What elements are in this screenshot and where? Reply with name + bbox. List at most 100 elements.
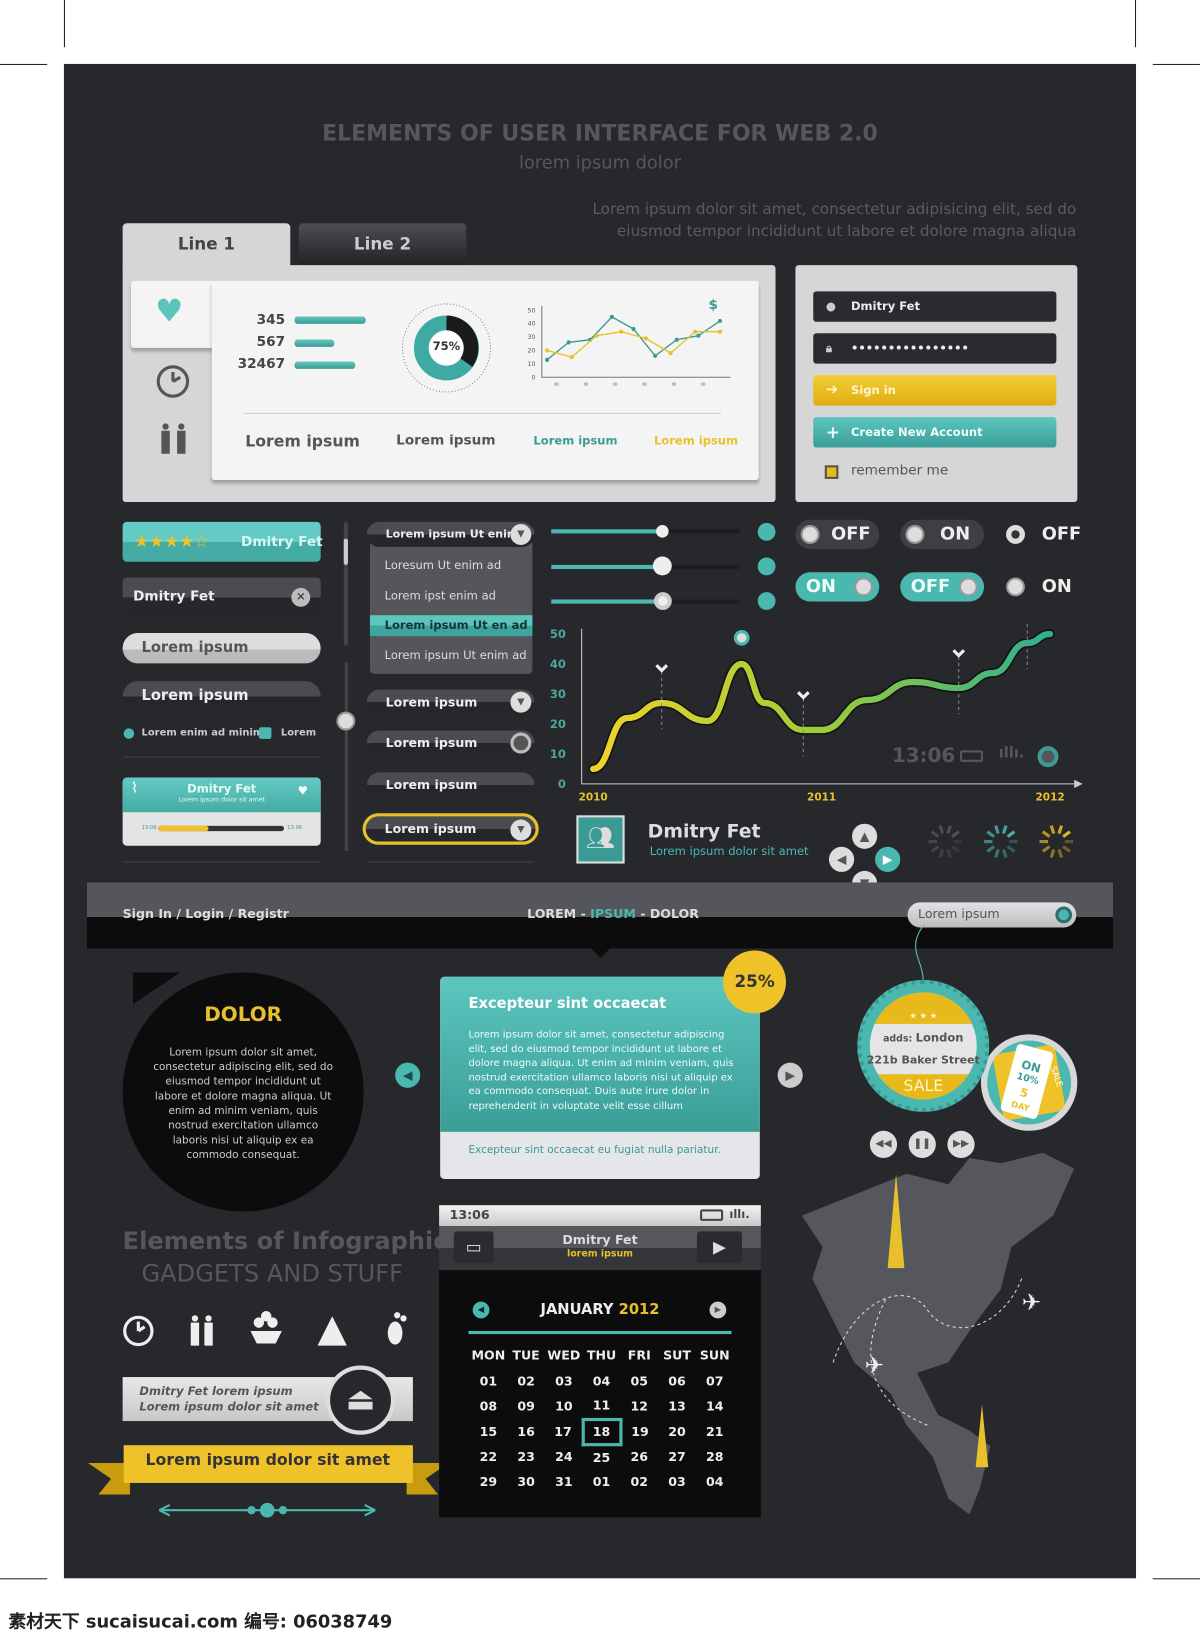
dropdown-item[interactable]: Lorem ipst enim ad [370,581,532,611]
star-icon[interactable]: ★ [149,531,164,551]
nav-item[interactable]: LOREM - [527,907,590,922]
chevron-down-icon[interactable]: ▼ [510,524,532,545]
calendar-day[interactable]: 09 [507,1394,545,1419]
calendar-day[interactable]: 07 [696,1369,734,1394]
calendar-day[interactable]: 24 [545,1444,583,1469]
plain-button[interactable]: Lorem ipsum [366,772,535,798]
dpad-up-icon[interactable]: ▲ [852,823,878,849]
calendar-day-selected[interactable]: 18 [581,1417,622,1446]
toggle-off-teal[interactable]: OFF [900,572,985,602]
calendar-day[interactable]: 23 [507,1444,545,1469]
calendar-day[interactable]: 22 [470,1444,508,1469]
star-icon[interactable]: ★ [164,531,179,551]
slider[interactable] [551,564,740,570]
calendar-day[interactable]: 26 [620,1444,658,1469]
calendar-day[interactable]: 03 [658,1469,696,1494]
chevron-down-icon[interactable]: ▼ [510,691,532,713]
calendar-day[interactable]: 02 [507,1369,545,1394]
calendar-day[interactable]: 31 [545,1469,583,1494]
scrollbar[interactable] [343,521,348,646]
dropdown-item[interactable]: Lorem ipsum Ut enim ad [370,640,532,670]
chevron-right-icon[interactable] [757,592,776,610]
toggle-on[interactable]: ON [900,519,985,550]
vertical-slider[interactable] [344,662,348,851]
calendar-day[interactable]: 17 [545,1419,583,1444]
slider[interactable] [551,599,740,604]
calendar-day[interactable]: 15 [470,1419,508,1444]
calendar-day[interactable]: 01 [470,1369,508,1394]
nav-menu[interactable]: LOREM - IPSUM - DOLOR [527,907,699,922]
calendar-day[interactable]: 01 [583,1469,621,1494]
calendar-day[interactable]: 29 [470,1469,508,1494]
dark-button[interactable]: Lorem ipsum [122,681,321,712]
calendar-day[interactable]: 10 [545,1394,583,1419]
radio-icon[interactable] [510,732,532,754]
calendar-day[interactable]: 25 [583,1444,621,1469]
password-field[interactable]: 🔒︎ •••••••••••••••• [813,333,1057,364]
toggle-off[interactable]: OFF [795,519,880,550]
player-progress[interactable] [158,825,285,832]
dropdown-item[interactable]: Loresum Ut enim ad [370,550,532,580]
eject-icon[interactable]: ⏏ [325,1365,396,1435]
remember-checkbox[interactable] [824,465,839,479]
create-account-button[interactable]: + Create New Account [813,417,1057,448]
calendar-day[interactable]: 08 [470,1394,508,1419]
dropdown-select[interactable]: Lorem ipsum Ut enim [366,521,535,548]
slider[interactable] [551,529,740,534]
calendar-day[interactable]: 28 [696,1444,734,1469]
star-icon[interactable]: ★ [134,531,149,551]
calendar-day[interactable]: 14 [696,1394,734,1419]
star-empty-icon[interactable]: ☆ [194,531,209,551]
calendar-day[interactable]: 05 [620,1369,658,1394]
nav-auth-link[interactable]: Sign In / Login / Registr [123,907,289,922]
tab-line-2[interactable]: Line 2 [298,223,467,270]
dpad-left-icon[interactable]: ◀ [828,846,855,872]
dropdown-item-highlighted[interactable]: Lorem ipsum Ut en ad [369,615,533,637]
calendar-day[interactable]: 13 [658,1394,696,1419]
record-icon[interactable] [1037,746,1059,768]
light-button[interactable]: Lorem ipsum [122,632,321,664]
calendar-day[interactable]: 04 [696,1469,734,1494]
calendar-day[interactable]: 04 [583,1369,621,1394]
calendar-day[interactable]: 27 [658,1444,696,1469]
star-rating[interactable]: ★★★★☆ [134,531,209,551]
search-icon[interactable] [1055,906,1073,924]
heart-icon[interactable]: ♥ [298,784,308,798]
username-field[interactable]: ● Dmitry Fet [813,291,1057,322]
calendar-day[interactable]: 02 [620,1469,658,1494]
radio-toggle-off[interactable]: OFF [1003,520,1082,549]
chevron-up-icon[interactable] [757,557,776,576]
calendar-day[interactable]: 21 [696,1419,734,1444]
clear-icon[interactable]: ✕ [291,587,311,607]
slider-handle[interactable] [656,525,669,538]
calendar-day[interactable]: 20 [658,1419,696,1444]
calendar-day[interactable]: 16 [507,1419,545,1444]
chevron-down-icon[interactable]: ▼ [510,819,532,841]
sign-in-button[interactable]: ➔ Sign in [813,375,1057,406]
username-value: Dmitry Fet [850,299,920,314]
select-button[interactable]: Lorem ipsum [366,689,535,715]
toggle-on-teal[interactable]: ON [795,572,880,602]
calendar-day[interactable]: 06 [658,1369,696,1394]
slider-handle[interactable] [653,592,672,610]
radio-button[interactable] [123,728,135,739]
vertical-slider-handle[interactable] [336,711,356,731]
stepper-icon[interactable] [757,522,776,541]
tab-line-1[interactable]: Line 1 [122,223,291,270]
checkbox[interactable] [258,727,272,739]
radio-select-button[interactable]: Lorem ipsum [366,730,535,756]
nav-item[interactable]: - DOLOR [636,907,699,922]
radio-toggle-on[interactable]: ON [1003,572,1082,601]
calendar-day[interactable]: 30 [507,1469,545,1494]
calendar-day[interactable]: 11 [583,1394,621,1419]
prev-arrow-icon[interactable]: ◀ [395,1062,421,1088]
scrollbar-thumb[interactable] [343,538,348,565]
dpad-right-icon[interactable]: ▶ [875,846,901,872]
calendar-day[interactable]: 12 [620,1394,658,1419]
next-arrow-icon[interactable]: ▶ [777,1062,803,1088]
calendar-day[interactable]: 19 [620,1419,658,1444]
calendar-day[interactable]: 03 [545,1369,583,1394]
slider-handle[interactable] [652,556,672,576]
nav-item-active[interactable]: IPSUM [590,907,636,922]
star-icon[interactable]: ★ [179,531,194,551]
